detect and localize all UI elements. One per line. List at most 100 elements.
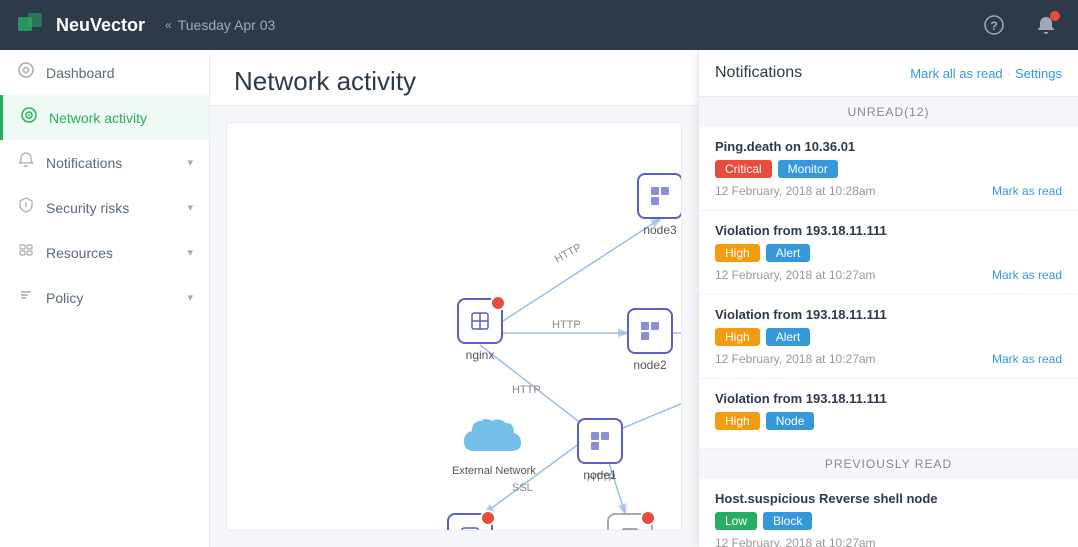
brand-logo: NeuVector: [16, 9, 145, 41]
notif-time: 12 February, 2018 at 10:27am: [715, 536, 876, 547]
tag-critical: Critical: [715, 160, 772, 178]
mark-as-read-button[interactable]: Mark as read: [992, 352, 1062, 366]
sidebar: Dashboard Network activity Notifications…: [0, 50, 210, 547]
panel-actions: Mark all as read · Settings: [910, 66, 1062, 81]
settings-button[interactable]: Settings: [1015, 66, 1062, 81]
notif-tags: Critical Monitor: [715, 160, 1062, 178]
tag-block: Block: [763, 512, 812, 530]
node2-label: node2: [633, 358, 666, 372]
nginx-box: [457, 298, 503, 344]
network-icon: [19, 107, 39, 128]
notif-time: 12 February, 2018 at 10:27am: [715, 352, 876, 366]
tag-high: High: [715, 244, 760, 262]
svg-text:HTTP: HTTP: [553, 242, 584, 266]
mark-as-read-button[interactable]: Mark as read: [992, 268, 1062, 282]
mark-as-read-button[interactable]: Mark as read: [992, 184, 1062, 198]
notif-meta: 12 February, 2018 at 10:27am: [715, 536, 1062, 547]
list-item: Violation from 193.18.11.111 High Alert 12 …: [699, 211, 1078, 295]
sidebar-item-network-activity[interactable]: Network activity: [0, 95, 209, 140]
chevron-resources-icon: ▾: [187, 246, 193, 259]
sidebar-label-notifications: Notifications: [46, 155, 177, 171]
mysql-box: [447, 513, 493, 531]
notif-meta: 12 February, 2018 at 10:27am Mark as read: [715, 352, 1062, 366]
tag-alert: Alert: [766, 328, 811, 346]
content-area: Network activity HTTP Redis HTTP: [210, 50, 698, 547]
node3-label: node3: [643, 223, 676, 237]
topbar: NeuVector « Tuesday Apr 03 ?: [0, 0, 1078, 50]
read-items-container: Host.suspicious Reverse shell node Low Blo…: [699, 479, 1078, 547]
external-network-label: External Network: [452, 465, 536, 477]
external-network-node[interactable]: External Network: [452, 413, 536, 477]
unread-items-container: Ping.death on 10.36.01 Critical Monitor 12 …: [699, 127, 1078, 449]
notifications-icon: [16, 152, 36, 173]
policy-icon: [16, 287, 36, 308]
sidebar-item-resources[interactable]: Resources ▾: [0, 230, 209, 275]
notifications-list: Ping.death on 10.36.01 Critical Monitor 12 …: [699, 127, 1078, 547]
panel-header: Notifications Mark all as read · Setting…: [699, 50, 1078, 97]
security-icon: [16, 197, 36, 218]
node1-node[interactable]: node1: [577, 418, 623, 482]
notifications-panel: Notifications Mark all as read · Setting…: [698, 50, 1078, 547]
content-header: Network activity: [210, 50, 698, 106]
prev-read-banner: PREVIOUSLY READ: [699, 449, 1078, 479]
mysql-node[interactable]: mysql: [447, 513, 493, 531]
notif-time: 12 February, 2018 at 10:27am: [715, 268, 876, 282]
list-item: Violation from 193.18.11.111 High Node: [699, 379, 1078, 449]
chevron-left-icon: «: [165, 18, 172, 32]
chevron-policy-icon: ▾: [187, 291, 193, 304]
tag-monitor: Node: [766, 412, 815, 430]
notif-title: Host.suspicious Reverse shell node: [715, 491, 1062, 506]
node3-node[interactable]: node3: [637, 173, 682, 237]
chevron-security-icon: ▾: [187, 201, 193, 214]
wordpress-node[interactable]: wordpress: [602, 513, 657, 531]
wordpress-box: [607, 513, 653, 531]
notification-badge: [1050, 11, 1060, 21]
svg-text:HTTP: HTTP: [552, 319, 581, 331]
notif-tags: High Node: [715, 412, 1062, 430]
brand-name: NeuVector: [56, 15, 145, 36]
list-item: Violation from 193.18.11.111HighAlert12 …: [699, 295, 1078, 379]
node2-node[interactable]: node2: [627, 308, 673, 372]
sidebar-label-network-activity: Network activity: [49, 110, 193, 126]
notif-tags: High Alert: [715, 244, 1062, 262]
svg-text:HTTP: HTTP: [512, 384, 541, 396]
tag-high: High: [715, 412, 760, 430]
node2-box: [627, 308, 673, 354]
node1-box: [577, 418, 623, 464]
sidebar-item-notifications[interactable]: Notifications ▾: [0, 140, 209, 185]
list-item: Ping.death on 10.36.01 Critical Monitor 12 …: [699, 127, 1078, 211]
sidebar-label-dashboard: Dashboard: [46, 65, 193, 81]
resources-icon: [16, 242, 36, 263]
mark-all-read-button[interactable]: Mark all as read: [910, 66, 1002, 81]
page-title: Network activity: [234, 66, 674, 97]
notif-tags: Low Block: [715, 512, 1062, 530]
node1-label: node1: [583, 468, 616, 482]
nginx-node[interactable]: nginx: [457, 298, 503, 362]
network-canvas: HTTP Redis HTTP Redis HTTP Redis: [226, 122, 682, 531]
sidebar-label-resources: Resources: [46, 245, 177, 261]
notif-title: Ping.death on 10.36.01: [715, 139, 1062, 154]
sidebar-item-dashboard[interactable]: Dashboard: [0, 50, 209, 95]
topbar-date: « Tuesday Apr 03: [165, 17, 275, 33]
help-button[interactable]: ?: [978, 9, 1010, 41]
tag-monitor: Monitor: [778, 160, 838, 178]
main-layout: Dashboard Network activity Notifications…: [0, 50, 1078, 547]
tag-high: High: [715, 328, 760, 346]
list-item: Host.suspicious Reverse shell node Low Blo…: [699, 479, 1078, 547]
notif-tags: High Alert: [715, 328, 1062, 346]
svg-text:SSL: SSL: [512, 482, 533, 494]
sidebar-label-policy: Policy: [46, 290, 177, 306]
notif-title: Violation from 193.18.11.111: [715, 391, 1062, 406]
notif-title: Violation from 193.18.11.111: [715, 223, 1062, 238]
notification-bell-button[interactable]: [1030, 9, 1062, 41]
tag-low: Low: [715, 512, 757, 530]
chevron-notifications-icon: ▾: [187, 156, 193, 169]
sidebar-item-security-risks[interactable]: Security risks ▾: [0, 185, 209, 230]
node3-box: [637, 173, 682, 219]
notif-meta: 12 February, 2018 at 10:27am Mark as read: [715, 268, 1062, 282]
unread-banner: UNREAD(12): [699, 97, 1078, 127]
sidebar-item-policy[interactable]: Policy ▾: [0, 275, 209, 320]
nginx-label: nginx: [466, 348, 495, 362]
tag-alert: Alert: [766, 244, 811, 262]
notif-time: 12 February, 2018 at 10:28am: [715, 184, 876, 198]
